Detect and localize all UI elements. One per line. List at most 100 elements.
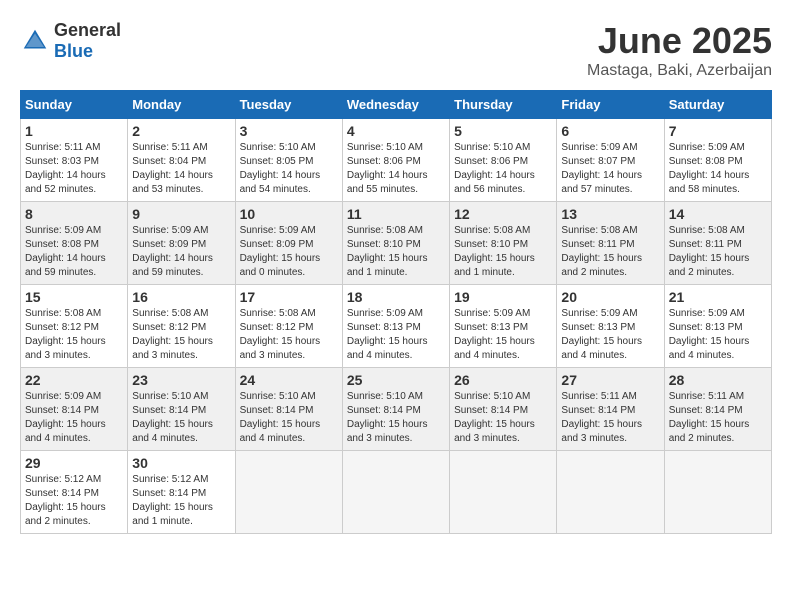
week-row-5: 29 Sunrise: 5:12 AMSunset: 8:14 PMDayligh… bbox=[21, 451, 772, 534]
calendar-cell: 16 Sunrise: 5:08 AMSunset: 8:12 PMDayligh… bbox=[128, 285, 235, 368]
weekday-header-saturday: Saturday bbox=[664, 91, 771, 119]
calendar-cell: 6 Sunrise: 5:09 AMSunset: 8:07 PMDaylight… bbox=[557, 119, 664, 202]
day-info: Sunrise: 5:12 AMSunset: 8:14 PMDaylight:… bbox=[25, 473, 123, 529]
logo: General Blue bbox=[20, 20, 121, 62]
day-number: 4 bbox=[347, 123, 445, 139]
calendar-cell: 27 Sunrise: 5:11 AMSunset: 8:14 PMDayligh… bbox=[557, 368, 664, 451]
day-number: 23 bbox=[132, 372, 230, 388]
day-info: Sunrise: 5:11 AMSunset: 8:14 PMDaylight:… bbox=[561, 390, 659, 446]
calendar-cell: 8 Sunrise: 5:09 AMSunset: 8:08 PMDaylight… bbox=[21, 202, 128, 285]
calendar-cell: 22 Sunrise: 5:09 AMSunset: 8:14 PMDayligh… bbox=[21, 368, 128, 451]
day-info: Sunrise: 5:10 AMSunset: 8:14 PMDaylight:… bbox=[240, 390, 338, 446]
calendar-cell: 18 Sunrise: 5:09 AMSunset: 8:13 PMDayligh… bbox=[342, 285, 449, 368]
day-number: 16 bbox=[132, 289, 230, 305]
day-info: Sunrise: 5:09 AMSunset: 8:09 PMDaylight:… bbox=[132, 224, 230, 280]
day-info: Sunrise: 5:12 AMSunset: 8:14 PMDaylight:… bbox=[132, 473, 230, 529]
day-number: 12 bbox=[454, 206, 552, 222]
calendar-cell: 20Sunrise: 5:09 AMSunset: 8:13 PMDayligh… bbox=[557, 285, 664, 368]
calendar-cell: 23 Sunrise: 5:10 AMSunset: 8:14 PMDayligh… bbox=[128, 368, 235, 451]
location-title: Mastaga, Baki, Azerbaijan bbox=[587, 62, 772, 80]
day-number: 21 bbox=[669, 289, 767, 305]
calendar-cell bbox=[342, 451, 449, 534]
calendar-cell: 29 Sunrise: 5:12 AMSunset: 8:14 PMDayligh… bbox=[21, 451, 128, 534]
day-number: 10 bbox=[240, 206, 338, 222]
day-info: Sunrise: 5:11 AMSunset: 8:03 PMDaylight:… bbox=[25, 141, 123, 197]
calendar-cell bbox=[557, 451, 664, 534]
weekday-header-wednesday: Wednesday bbox=[342, 91, 449, 119]
day-info: Sunrise: 5:10 AMSunset: 8:14 PMDaylight:… bbox=[132, 390, 230, 446]
calendar-cell: 9Sunrise: 5:09 AMSunset: 8:09 PMDaylight… bbox=[128, 202, 235, 285]
day-info: Sunrise: 5:09 AMSunset: 8:13 PMDaylight:… bbox=[454, 307, 552, 363]
calendar-cell: 10 Sunrise: 5:09 AMSunset: 8:09 PMDayligh… bbox=[235, 202, 342, 285]
day-info: Sunrise: 5:09 AMSunset: 8:14 PMDaylight:… bbox=[25, 390, 123, 446]
day-info: Sunrise: 5:10 AMSunset: 8:14 PMDaylight:… bbox=[454, 390, 552, 446]
calendar-cell: 24 Sunrise: 5:10 AMSunset: 8:14 PMDayligh… bbox=[235, 368, 342, 451]
calendar-cell: 13Sunrise: 5:08 AMSunset: 8:11 PMDayligh… bbox=[557, 202, 664, 285]
day-info: Sunrise: 5:08 AMSunset: 8:10 PMDaylight:… bbox=[347, 224, 445, 280]
day-number: 15 bbox=[25, 289, 123, 305]
calendar-cell: 19 Sunrise: 5:09 AMSunset: 8:13 PMDayligh… bbox=[450, 285, 557, 368]
calendar-cell: 7Sunrise: 5:09 AMSunset: 8:08 PMDaylight… bbox=[664, 119, 771, 202]
weekday-header-row: SundayMondayTuesdayWednesdayThursdayFrid… bbox=[21, 91, 772, 119]
day-number: 14 bbox=[669, 206, 767, 222]
day-number: 6 bbox=[561, 123, 659, 139]
day-number: 20 bbox=[561, 289, 659, 305]
day-number: 26 bbox=[454, 372, 552, 388]
day-number: 30 bbox=[132, 455, 230, 471]
calendar-cell: 21 Sunrise: 5:09 AMSunset: 8:13 PMDayligh… bbox=[664, 285, 771, 368]
day-number: 28 bbox=[669, 372, 767, 388]
header: General Blue June 2025 Mastaga, Baki, Az… bbox=[20, 20, 772, 80]
day-info: Sunrise: 5:08 AMSunset: 8:11 PMDaylight:… bbox=[561, 224, 659, 280]
calendar-cell: 17 Sunrise: 5:08 AMSunset: 8:12 PMDayligh… bbox=[235, 285, 342, 368]
week-row-2: 8 Sunrise: 5:09 AMSunset: 8:08 PMDaylight… bbox=[21, 202, 772, 285]
day-number: 1 bbox=[25, 123, 123, 139]
calendar-cell bbox=[450, 451, 557, 534]
day-info: Sunrise: 5:09 AMSunset: 8:08 PMDaylight:… bbox=[25, 224, 123, 280]
day-number: 29 bbox=[25, 455, 123, 471]
calendar-cell: 30 Sunrise: 5:12 AMSunset: 8:14 PMDayligh… bbox=[128, 451, 235, 534]
calendar-cell bbox=[664, 451, 771, 534]
day-info: Sunrise: 5:08 AMSunset: 8:12 PMDaylight:… bbox=[240, 307, 338, 363]
day-number: 17 bbox=[240, 289, 338, 305]
day-number: 24 bbox=[240, 372, 338, 388]
day-info: Sunrise: 5:09 AMSunset: 8:08 PMDaylight:… bbox=[669, 141, 767, 197]
day-info: Sunrise: 5:11 AMSunset: 8:04 PMDaylight:… bbox=[132, 141, 230, 197]
day-number: 18 bbox=[347, 289, 445, 305]
day-info: Sunrise: 5:09 AMSunset: 8:13 PMDaylight:… bbox=[669, 307, 767, 363]
day-info: Sunrise: 5:08 AMSunset: 8:11 PMDaylight:… bbox=[669, 224, 767, 280]
day-info: Sunrise: 5:09 AMSunset: 8:09 PMDaylight:… bbox=[240, 224, 338, 280]
day-info: Sunrise: 5:08 AMSunset: 8:12 PMDaylight:… bbox=[132, 307, 230, 363]
calendar-cell: 26 Sunrise: 5:10 AMSunset: 8:14 PMDayligh… bbox=[450, 368, 557, 451]
day-number: 2 bbox=[132, 123, 230, 139]
logo-text-general: General bbox=[54, 20, 121, 40]
calendar-cell: 25 Sunrise: 5:10 AMSunset: 8:14 PMDayligh… bbox=[342, 368, 449, 451]
calendar-table: SundayMondayTuesdayWednesdayThursdayFrid… bbox=[20, 90, 772, 534]
day-number: 11 bbox=[347, 206, 445, 222]
weekday-header-thursday: Thursday bbox=[450, 91, 557, 119]
week-row-1: 1 Sunrise: 5:11 AMSunset: 8:03 PMDaylight… bbox=[21, 119, 772, 202]
day-info: Sunrise: 5:09 AMSunset: 8:07 PMDaylight:… bbox=[561, 141, 659, 197]
day-number: 25 bbox=[347, 372, 445, 388]
day-info: Sunrise: 5:10 AMSunset: 8:14 PMDaylight:… bbox=[347, 390, 445, 446]
day-info: Sunrise: 5:09 AMSunset: 8:13 PMDaylight:… bbox=[347, 307, 445, 363]
day-number: 8 bbox=[25, 206, 123, 222]
week-row-3: 15 Sunrise: 5:08 AMSunset: 8:12 PMDayligh… bbox=[21, 285, 772, 368]
month-title: June 2025 bbox=[587, 20, 772, 62]
day-number: 27 bbox=[561, 372, 659, 388]
calendar-cell: 4Sunrise: 5:10 AMSunset: 8:06 PMDaylight… bbox=[342, 119, 449, 202]
calendar-cell: 14 Sunrise: 5:08 AMSunset: 8:11 PMDayligh… bbox=[664, 202, 771, 285]
day-info: Sunrise: 5:08 AMSunset: 8:12 PMDaylight:… bbox=[25, 307, 123, 363]
calendar-cell: 1 Sunrise: 5:11 AMSunset: 8:03 PMDaylight… bbox=[21, 119, 128, 202]
day-info: Sunrise: 5:08 AMSunset: 8:10 PMDaylight:… bbox=[454, 224, 552, 280]
week-row-4: 22 Sunrise: 5:09 AMSunset: 8:14 PMDayligh… bbox=[21, 368, 772, 451]
weekday-header-monday: Monday bbox=[128, 91, 235, 119]
day-number: 3 bbox=[240, 123, 338, 139]
logo-icon bbox=[20, 26, 50, 56]
day-number: 22 bbox=[25, 372, 123, 388]
weekday-header-sunday: Sunday bbox=[21, 91, 128, 119]
calendar-cell: 3Sunrise: 5:10 AMSunset: 8:05 PMDaylight… bbox=[235, 119, 342, 202]
day-number: 19 bbox=[454, 289, 552, 305]
calendar-cell: 28Sunrise: 5:11 AMSunset: 8:14 PMDayligh… bbox=[664, 368, 771, 451]
calendar-cell bbox=[235, 451, 342, 534]
title-block: June 2025 Mastaga, Baki, Azerbaijan bbox=[587, 20, 772, 80]
